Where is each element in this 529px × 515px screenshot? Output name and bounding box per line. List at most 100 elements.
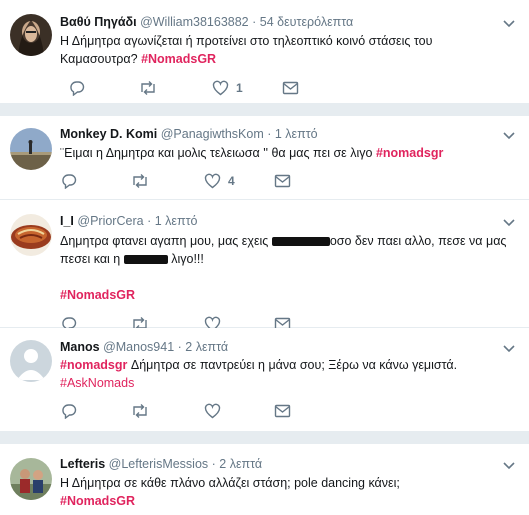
tweet-5[interactable]: Lefteris @LefterisMessios · 2 λεπτά Η Δή…	[0, 444, 529, 515]
message-button[interactable]	[274, 171, 291, 191]
tweet-actions: 1	[60, 78, 320, 98]
tweet-text-fragment: Καμασουτρα?	[60, 52, 138, 66]
tweet-text-line: Η Δήμητρα αγωνίζεται ή προτείνει στο τηλ…	[60, 34, 433, 48]
tweet-header: Manos @Manos941 · 2 λεπτά	[60, 340, 228, 354]
chevron-down-icon[interactable]	[501, 342, 517, 356]
tweet-text-fragment: Δήμητρα σε παντρεύει η μάνα σου; Ξέρω να…	[130, 358, 458, 372]
retweet-button[interactable]	[130, 314, 150, 328]
retweet-icon	[141, 81, 155, 95]
tweet-text-line: Καμασουτρα? #NomadsGR	[60, 50, 515, 68]
display-name[interactable]: Manos	[60, 340, 100, 354]
like-icon	[212, 80, 229, 96]
retweet-icon	[133, 317, 147, 328]
reply-icon	[70, 81, 85, 96]
like-button[interactable]	[204, 401, 221, 421]
reply-icon	[62, 404, 77, 419]
timestamp[interactable]: · 1 λεπτό	[267, 127, 317, 141]
retweet-button[interactable]	[130, 401, 150, 421]
tweet-header: Βαθύ Πηγάδι @William38163882 · 54 δευτερ…	[60, 15, 353, 29]
timeline-divider	[0, 104, 529, 116]
reply-button[interactable]	[60, 171, 77, 191]
tweet-4[interactable]: Manos @Manos941 · 2 λεπτά #nomadsgr Δήμη…	[0, 328, 529, 432]
hashtag-link[interactable]: #NomadsGR	[60, 286, 515, 304]
reply-icon	[62, 317, 77, 328]
user-handle[interactable]: @William38163882	[140, 15, 249, 29]
user-handle[interactable]: @PriorCera	[77, 214, 143, 228]
tweet-header: Monkey D. Komi @PanagiwthsKom · 1 λεπτό	[60, 127, 318, 141]
chevron-down-icon[interactable]	[501, 216, 517, 230]
reply-button[interactable]	[60, 401, 77, 421]
reply-button[interactable]	[68, 78, 85, 98]
display-name[interactable]: Lefteris	[60, 457, 105, 471]
reply-icon	[62, 174, 77, 189]
message-icon	[274, 317, 291, 328]
timestamp[interactable]: · 1 λεπτό	[147, 214, 197, 228]
avatar[interactable]	[10, 128, 52, 170]
retweet-icon	[133, 404, 147, 418]
tweet-text: Η Δήμητρα σε κάθε πλάνο αλλάζει στάση; p…	[60, 474, 515, 510]
like-count: 1	[236, 81, 243, 95]
avatar[interactable]	[10, 214, 52, 256]
tweet-3[interactable]: I_I @PriorCera · 1 λεπτό Δημητρα φτανει …	[0, 200, 529, 328]
message-button[interactable]	[274, 314, 291, 328]
like-icon	[204, 403, 221, 419]
tweet-text: Η Δήμητρα αγωνίζεται ή προτείνει στο τηλ…	[60, 32, 515, 68]
message-button[interactable]	[282, 78, 299, 98]
user-handle[interactable]: @PanagiwthsKom	[161, 127, 264, 141]
timestamp[interactable]: · 2 λεπτά	[178, 340, 229, 354]
retweet-button[interactable]	[138, 78, 158, 98]
redaction-bar	[123, 255, 168, 265]
avatar[interactable]	[10, 340, 52, 382]
hashtag-link[interactable]: #nomadsgr	[60, 358, 127, 372]
hashtag-link[interactable]: #NomadsGR	[141, 52, 216, 66]
tweet-text-fragment: πεσει και η	[60, 252, 121, 266]
avatar[interactable]	[10, 458, 52, 500]
timestamp[interactable]: · 2 λεπτά	[212, 457, 263, 471]
redaction-bar	[271, 237, 330, 247]
like-button[interactable]: 1	[212, 78, 243, 98]
tweet-text-fragment: Δημητρα φτανει αγαπη μου, μας εχεις	[60, 234, 269, 248]
like-button[interactable]	[204, 314, 221, 328]
like-button[interactable]: 4	[204, 171, 235, 191]
tweet-text-line: Η Δήμητρα σε κάθε πλάνο αλλάζει στάση; p…	[60, 476, 400, 490]
message-button[interactable]	[274, 401, 291, 421]
timeline-divider	[0, 432, 529, 444]
like-icon	[204, 173, 221, 189]
chevron-down-icon[interactable]	[501, 17, 517, 31]
like-count: 4	[228, 174, 235, 188]
message-icon	[274, 174, 291, 188]
retweet-icon	[133, 174, 147, 188]
message-icon	[274, 404, 291, 418]
tweet-text-line: πεσει και η λιγο!!!	[60, 250, 515, 268]
tweet-text-fragment: λιγο!!!	[171, 252, 204, 266]
tweet-header: I_I @PriorCera · 1 λεπτό	[60, 214, 197, 228]
tweet-text: ¨Ειμαι η Δημητρα και μολις τελειωσα '' θ…	[60, 144, 515, 162]
avatar[interactable]	[10, 14, 52, 56]
tweet-text: #nomadsgr Δήμητρα σε παντρεύει η μάνα σο…	[60, 356, 515, 392]
user-handle[interactable]: @Manos941	[103, 340, 174, 354]
tweet-text-fragment: ¨Ειμαι η Δημητρα και μολις τελειωσα '' θ…	[60, 146, 373, 160]
tweet-actions	[60, 314, 320, 328]
chevron-down-icon[interactable]	[501, 129, 517, 143]
hashtag-link[interactable]: #NomadsGR	[60, 492, 515, 510]
user-handle[interactable]: @LefterisMessios	[109, 457, 209, 471]
tweet-text-line: #nomadsgr Δήμητρα σε παντρεύει η μάνα σο…	[60, 356, 515, 374]
tweet-text-fragment: οσο δεν παει αλλο, πεσε να μας	[329, 234, 507, 248]
like-icon	[204, 316, 221, 328]
display-name[interactable]: Monkey D. Komi	[60, 127, 157, 141]
display-name[interactable]: I_I	[60, 214, 74, 228]
display-name[interactable]: Βαθύ Πηγάδι	[60, 15, 137, 29]
tweet-header: Lefteris @LefterisMessios · 2 λεπτά	[60, 457, 262, 471]
hashtag-link[interactable]: #AskNomads	[60, 374, 515, 392]
retweet-button[interactable]	[130, 171, 150, 191]
reply-button[interactable]	[60, 314, 77, 328]
tweet-text: Δημητρα φτανει αγαπη μου, μας εχεις οσο …	[60, 232, 515, 304]
chevron-down-icon[interactable]	[501, 459, 517, 473]
tweet-text-line: Δημητρα φτανει αγαπη μου, μας εχεις οσο …	[60, 232, 515, 250]
tweet-1[interactable]: Βαθύ Πηγάδι @William38163882 · 54 δευτερ…	[0, 0, 529, 104]
message-icon	[282, 81, 299, 95]
timestamp[interactable]: · 54 δευτερόλεπτα	[252, 15, 353, 29]
hashtag-link[interactable]: #nomadsgr	[376, 146, 443, 160]
tweet-2[interactable]: Monkey D. Komi @PanagiwthsKom · 1 λεπτό …	[0, 116, 529, 200]
tweet-actions	[60, 401, 320, 421]
